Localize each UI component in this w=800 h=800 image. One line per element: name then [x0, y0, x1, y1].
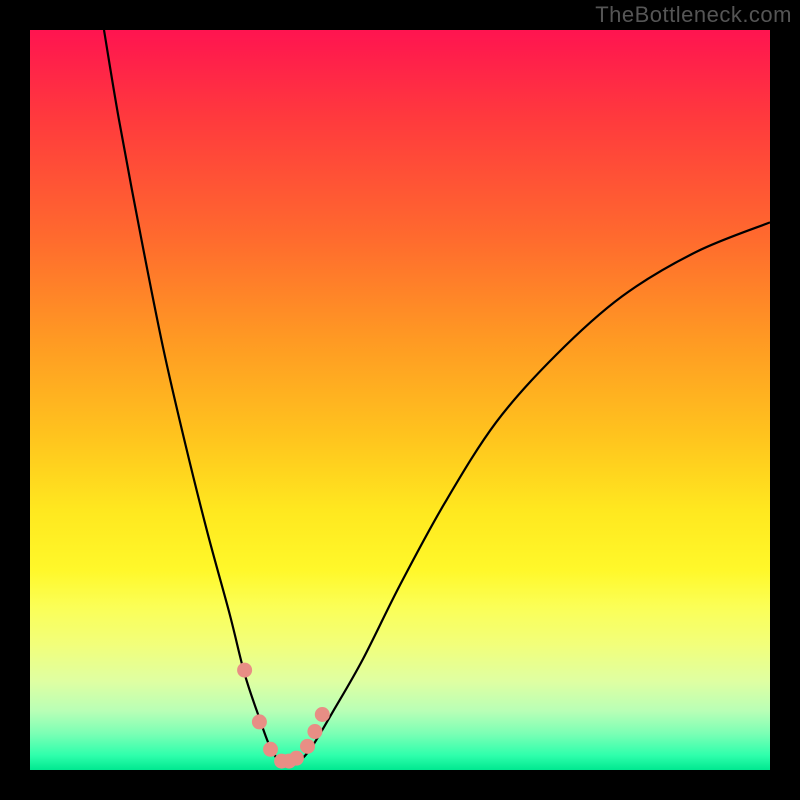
chart-frame: TheBottleneck.com	[0, 0, 800, 800]
watermark-text: TheBottleneck.com	[595, 2, 792, 28]
dip-marker	[307, 724, 322, 739]
dip-marker	[263, 742, 278, 757]
dip-marker	[300, 739, 315, 754]
dip-marker	[315, 707, 330, 722]
curve-layer	[30, 30, 770, 770]
bottleneck-curve	[104, 30, 770, 764]
dip-marker	[252, 714, 267, 729]
dip-marker-group	[237, 663, 330, 769]
dip-marker	[237, 663, 252, 678]
dip-marker	[289, 751, 304, 766]
